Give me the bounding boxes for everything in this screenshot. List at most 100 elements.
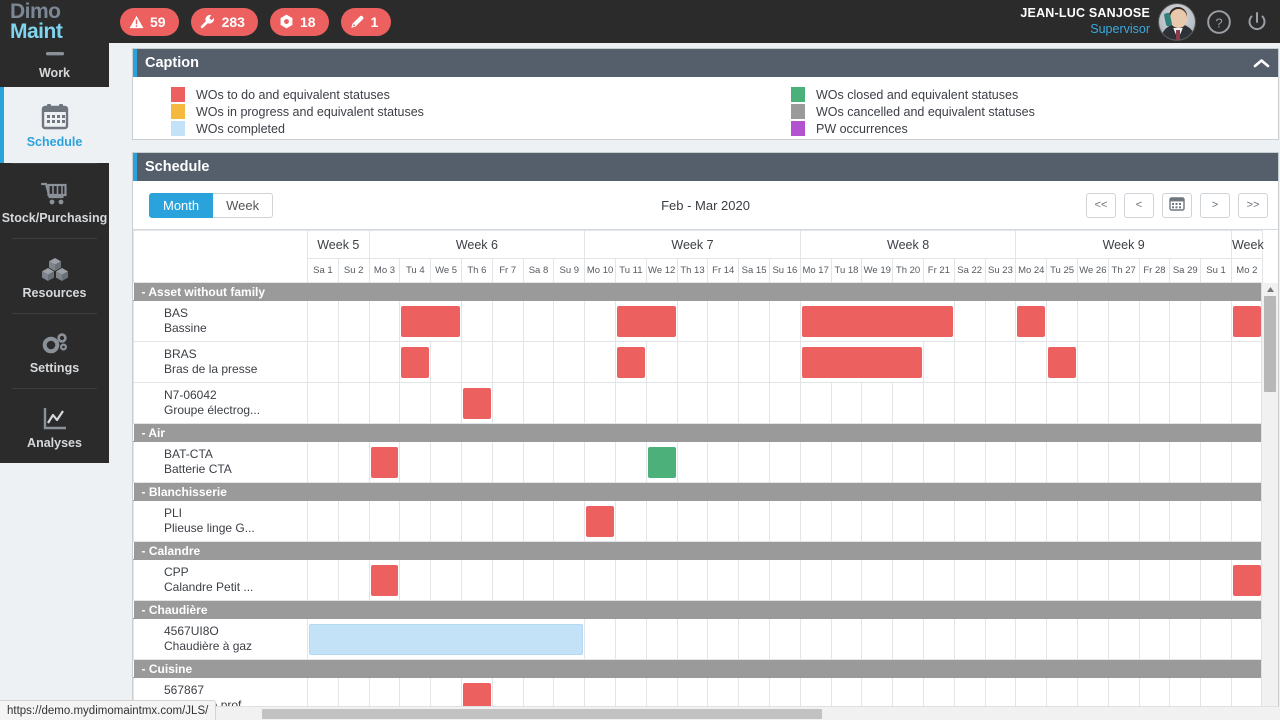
gantt-cell[interactable] [1015,618,1048,660]
gantt-cell[interactable] [953,559,986,601]
gantt-bar-todo[interactable] [1017,305,1046,337]
sidebar-item-work[interactable]: Work [0,43,109,87]
asset-row[interactable]: PLI Plieuse linge G... [133,500,1263,542]
gantt-cell[interactable] [1200,559,1232,601]
gantt-cell[interactable] [1015,382,1048,424]
gantt-cell[interactable] [584,441,616,483]
group-row[interactable]: - Chaudière [133,600,1263,619]
gantt-cell[interactable] [430,441,462,483]
gantt-cell[interactable] [1076,300,1109,342]
gantt-cell[interactable] [491,559,524,601]
gantt-cell[interactable] [460,382,493,424]
gantt-cell[interactable] [1015,300,1048,342]
gantt-cell[interactable] [460,441,493,483]
gantt-cell[interactable] [830,441,863,483]
view-month-button[interactable]: Month [149,192,214,218]
gantt-cell[interactable] [1107,500,1140,542]
kpi-badge-wrench[interactable]: 283 [190,7,258,36]
gantt-cell[interactable] [768,300,801,342]
gantt-cell[interactable] [1169,559,1202,601]
gantt-cell[interactable] [768,500,801,542]
gantt-cell[interactable] [892,618,924,660]
gantt-cell[interactable] [738,441,770,483]
gantt-cell[interactable] [922,441,955,483]
gantt-cell[interactable] [1076,441,1109,483]
gantt-cell[interactable] [892,559,924,601]
gantt-cell[interactable] [707,559,740,601]
gantt-cell[interactable] [707,441,740,483]
gantt-cell[interactable] [1046,618,1078,660]
gantt-cell[interactable] [768,382,801,424]
gantt-cell[interactable] [984,559,1017,601]
today-calendar-button[interactable] [1162,192,1192,218]
gantt-cell[interactable] [1138,441,1171,483]
gantt-cell[interactable] [799,382,832,424]
gantt-cell[interactable] [460,300,493,342]
gantt-cell[interactable] [984,500,1017,542]
gantt-cell[interactable] [707,382,740,424]
gantt-cell[interactable] [1015,341,1048,383]
gantt-cell[interactable] [892,382,924,424]
gantt-cell[interactable] [399,441,432,483]
gantt-cell[interactable] [768,341,801,383]
gantt-cell[interactable] [614,341,647,383]
gantt-cell[interactable] [707,500,740,542]
gantt-cell[interactable] [738,618,770,660]
gantt-cell[interactable] [1138,618,1171,660]
gantt-cell[interactable] [307,441,339,483]
gantt-cell[interactable] [430,559,462,601]
gantt-cell[interactable] [522,300,555,342]
gantt-cell[interactable] [1076,341,1109,383]
gantt-cell[interactable] [1138,341,1171,383]
next-page-button[interactable]: > [1200,192,1230,218]
gantt-cell[interactable] [368,559,401,601]
gantt-cell[interactable] [553,500,586,542]
gantt-cell[interactable] [1169,618,1202,660]
power-icon[interactable] [1242,7,1272,37]
gantt-cell[interactable] [368,341,401,383]
kpi-badge-pen[interactable]: 1 [340,7,392,36]
gantt-cell[interactable] [892,441,924,483]
gantt-cell[interactable] [1046,341,1078,383]
gantt-cell[interactable] [676,500,709,542]
gantt-cell[interactable] [1138,382,1171,424]
sidebar-item-stock-purchasing[interactable]: Stock/Purchasing [0,163,109,238]
gantt-cell[interactable] [399,341,432,383]
gantt-cell[interactable] [676,382,709,424]
asset-row[interactable]: 4567UI8O Chaudière à gaz [133,618,1263,660]
gantt-cell[interactable] [1169,441,1202,483]
gantt-cell[interactable] [645,441,678,483]
gantt-cell[interactable] [1169,300,1202,342]
gantt-cell[interactable] [584,618,616,660]
gantt-cell[interactable] [553,300,586,342]
group-row[interactable]: - Air [133,423,1263,442]
gantt-bar-todo[interactable] [462,387,491,419]
group-row[interactable]: - Cuisine [133,659,1263,678]
asset-row[interactable]: BAS Bassine [133,300,1263,342]
gantt-bar-closed[interactable] [647,446,676,478]
gantt-bar-todo[interactable] [616,346,645,378]
gantt-cell[interactable] [1076,382,1109,424]
gantt-cell[interactable] [922,382,955,424]
prev-page-button[interactable]: < [1124,192,1154,218]
kpi-badge-nut[interactable]: 18 [269,7,329,36]
gantt-cell[interactable] [676,441,709,483]
gantt-cell[interactable] [522,382,555,424]
gantt-cell[interactable] [306,618,586,660]
gantt-cell[interactable] [337,382,370,424]
gantt-cell[interactable] [1046,382,1078,424]
gantt-cell[interactable] [430,341,462,383]
gantt-cell[interactable] [830,500,863,542]
gantt-cell[interactable] [614,500,647,542]
gantt-cell[interactable] [1076,559,1109,601]
gantt-cell[interactable] [645,382,678,424]
gantt-cell[interactable] [614,382,647,424]
gantt-cell[interactable] [799,441,832,483]
gantt-cell[interactable] [1107,382,1140,424]
gantt-cell[interactable] [460,500,493,542]
gantt-cell[interactable] [460,559,493,601]
gantt-cell[interactable] [645,500,678,542]
sidebar-item-resources[interactable]: Resources [0,238,109,313]
gantt-bar-done[interactable] [309,623,584,655]
gantt-cell[interactable] [1107,441,1140,483]
